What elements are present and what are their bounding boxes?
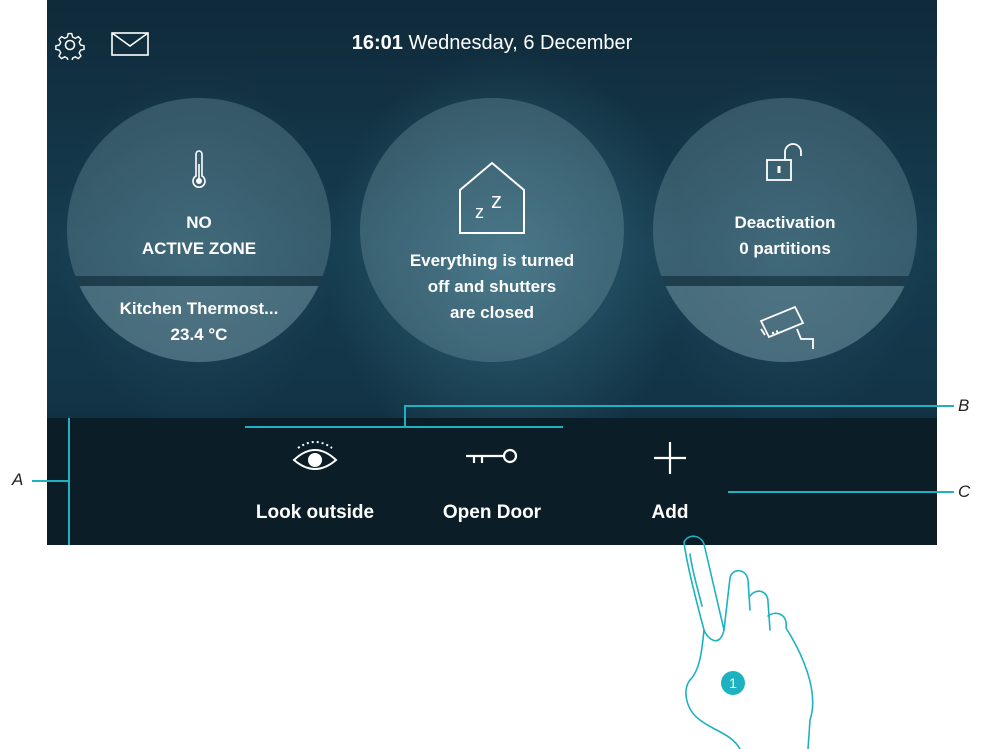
scenario-line3: are closed (449, 303, 535, 322)
scenario-line1: Everything is turned (409, 251, 575, 270)
date-time: 16:01 Wednesday, 6 December (47, 32, 937, 55)
pointing-hand-illustration: 1 (683, 535, 814, 749)
unlocked-padlock-icon (766, 143, 802, 181)
open-door-label: Open Door (442, 502, 542, 523)
thermostat-name: Kitchen Thermost... (119, 299, 279, 318)
sleep-house-icon: z z (459, 161, 525, 234)
look-outside-button[interactable]: Look outside (225, 418, 405, 545)
alarm-widget[interactable]: Deactivation 0 partitions (653, 98, 917, 362)
key-icon (466, 448, 518, 464)
step-number: 1 (729, 675, 737, 691)
scenario-widget[interactable]: z z Everything is turned off and shutter… (360, 98, 624, 362)
home-screen: 16:01 Wednesday, 6 December NO ACTIVE ZO… (47, 0, 937, 545)
open-door-button[interactable]: Open Door (402, 418, 582, 545)
callout-c-line (728, 491, 954, 493)
callout-a-label: A (12, 470, 24, 489)
callout-a-line (32, 480, 69, 482)
climate-widget[interactable]: NO ACTIVE ZONE Kitchen Thermost... 23.4 … (67, 98, 331, 362)
top-bar: 16:01 Wednesday, 6 December (47, 0, 937, 90)
widget-divider (653, 276, 917, 286)
climate-status-line1: NO (186, 213, 212, 232)
security-camera-icon (759, 305, 814, 349)
alarm-status-line1: Deactivation (734, 213, 836, 232)
callout-b-stem (404, 405, 406, 427)
climate-status-line2: ACTIVE ZONE (141, 239, 257, 258)
eye-icon (292, 441, 338, 470)
svg-text:z: z (475, 202, 484, 222)
clock-time: 16:01 (351, 32, 403, 54)
look-outside-label: Look outside (255, 502, 375, 523)
scenario-line2: off and shutters (427, 277, 557, 296)
svg-text:z: z (491, 188, 502, 213)
callout-b-line (404, 405, 954, 407)
thermometer-icon (192, 150, 206, 188)
thermostat-temperature: 23.4 °C (170, 325, 228, 344)
widget-divider (67, 276, 331, 286)
alarm-status-line2: 0 partitions (739, 239, 831, 258)
callout-c-label: C (958, 482, 971, 501)
callout-b-label: B (958, 396, 970, 415)
plus-icon (654, 442, 686, 474)
clock-date: Wednesday, 6 December (408, 32, 633, 54)
